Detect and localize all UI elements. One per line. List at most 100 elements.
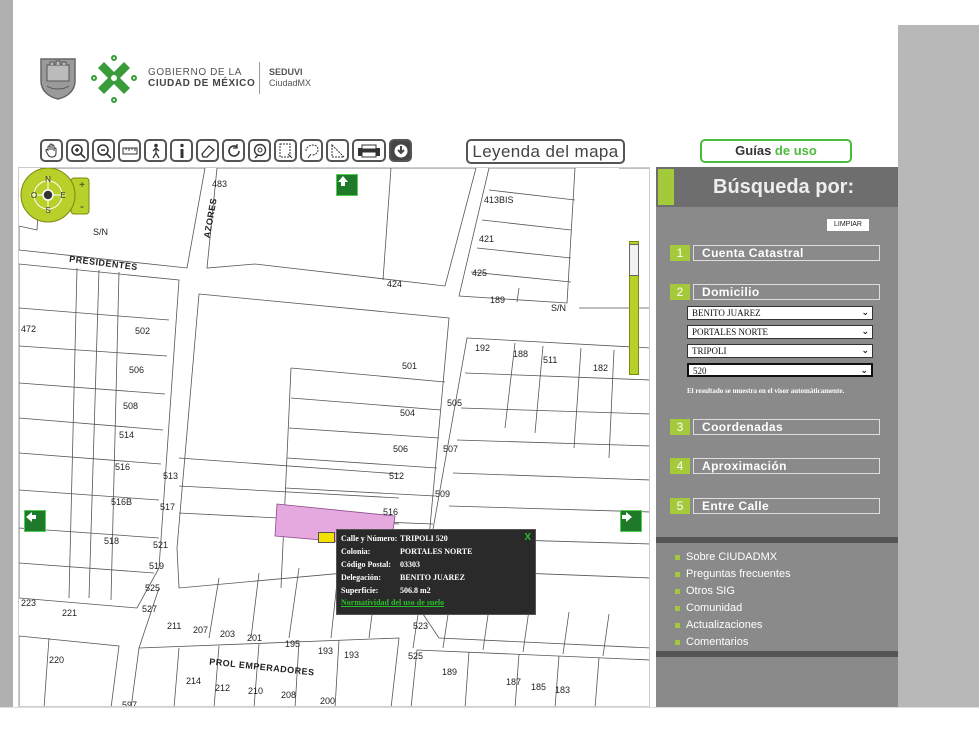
compass-o: O	[31, 191, 37, 200]
lot-label: 421	[479, 234, 495, 244]
zoom-slider-handle[interactable]	[629, 244, 639, 276]
link-comentarios[interactable]: Comentarios	[674, 634, 791, 651]
colonia-select[interactable]: PORTALES NORTE ⌄	[687, 325, 873, 339]
eraser-icon[interactable]	[196, 139, 219, 162]
section-number: 5	[670, 498, 690, 514]
section-label: Domicilio	[693, 284, 880, 300]
chevron-down-icon: ⌄	[860, 366, 868, 376]
lot-label: S/N	[93, 227, 109, 237]
land-use-link[interactable]: Normatividad del uso de suelo	[341, 598, 444, 607]
popup-value: 506.8 m2	[400, 586, 431, 595]
agency-line1: SEDUVI	[269, 67, 303, 77]
popup-value: PORTALES NORTE	[400, 547, 473, 556]
guides-label-b: de uso	[774, 143, 817, 158]
lot-label: 502	[135, 326, 151, 336]
lot-label: 188	[513, 349, 529, 359]
section-number: 4	[670, 458, 690, 474]
select-poly-icon[interactable]	[300, 139, 323, 162]
crest-icon	[40, 58, 76, 100]
zoom-plus[interactable]: +	[79, 180, 85, 191]
section-entre-calle[interactable]: 5 Entre Calle	[670, 498, 880, 514]
lot-label: 514	[119, 430, 135, 440]
pan-icon[interactable]	[40, 139, 63, 162]
right-border	[898, 25, 979, 707]
cdmx-logo-icon	[91, 55, 137, 103]
popup-value: 03303	[400, 560, 420, 569]
refresh-icon[interactable]	[222, 139, 245, 162]
lot-label: 517	[160, 502, 176, 512]
panel-divider	[656, 651, 898, 657]
lot-label: 200	[320, 696, 336, 706]
panel-divider	[656, 537, 898, 543]
legend-button[interactable]: Leyenda del mapa	[466, 139, 625, 164]
link-actualizaciones[interactable]: Actualizaciones	[674, 617, 791, 634]
logo-line1: GOBIERNO DE LA	[148, 67, 242, 78]
zoom-in-icon[interactable]	[66, 139, 89, 162]
link-comunidad[interactable]: Comunidad	[674, 600, 791, 617]
info-popup: X Calle y Número: TRIPOLI 520 Colonia: POR…	[336, 529, 536, 615]
compass-n: N	[45, 175, 51, 184]
zoom-out-icon[interactable]	[92, 139, 115, 162]
popup-key: Código Postal:	[341, 560, 391, 569]
pan-north-button[interactable]	[336, 174, 358, 196]
section-label: Aproximación	[693, 458, 880, 474]
lot-label: 508	[123, 401, 139, 411]
calle-select[interactable]: TRIPOLI ⌄	[687, 344, 873, 358]
arrow-up-icon	[338, 176, 348, 186]
lot-label: 182	[593, 363, 609, 373]
lot-label: 472	[21, 324, 37, 334]
agency-text: SEDUVI CiudadMX	[269, 67, 311, 89]
panel-header: Búsqueda por:	[656, 167, 898, 207]
clear-button[interactable]: LIMPIAR	[827, 219, 869, 231]
lot-label: 507	[443, 444, 459, 454]
calle-value: TRIPOLI	[692, 346, 727, 356]
lot-label: 525	[145, 583, 161, 593]
section-coordenadas[interactable]: 3 Coordenadas	[670, 419, 880, 435]
select-rect-icon[interactable]	[274, 139, 297, 162]
print-icon[interactable]	[352, 139, 386, 162]
panel-accent	[658, 169, 674, 205]
pan-east-button[interactable]	[620, 510, 642, 532]
popup-row: Delegación: BENITO JUAREZ	[341, 573, 465, 582]
compass-control[interactable]: N S E O + -	[19, 168, 93, 226]
zoom-slider[interactable]	[629, 241, 639, 375]
download-icon[interactable]	[389, 139, 412, 162]
lot-label: 193	[318, 646, 334, 656]
lot-label: 195	[285, 639, 301, 649]
lot-label: 187	[506, 677, 522, 687]
link-preguntas[interactable]: Preguntas frecuentes	[674, 566, 791, 583]
ruler-icon[interactable]	[118, 139, 141, 162]
section-domicilio[interactable]: 2 Domicilio	[670, 284, 880, 300]
lot-label: 203	[220, 629, 236, 639]
section-number: 2	[670, 284, 690, 300]
section-cuenta-catastral[interactable]: 1 Cuenta Catastral	[670, 245, 880, 261]
map-viewer[interactable]: PRESIDENTES AZORES PROL EMPERADORES 483 …	[18, 167, 650, 707]
lot-label: 597	[122, 700, 138, 707]
lot-label: 516	[115, 462, 131, 472]
popup-close-button[interactable]: X	[524, 532, 531, 543]
lot-label: 183	[555, 685, 571, 695]
lot-label: 424	[387, 279, 403, 289]
lot-label: 516B	[111, 497, 133, 507]
guides-button[interactable]: Guías de uso	[700, 139, 852, 163]
lot-label: 506	[129, 365, 145, 375]
result-note: El resultado se muestra en el visor auto…	[687, 387, 845, 395]
map-toolbar	[40, 139, 412, 165]
walk-icon[interactable]	[144, 139, 167, 162]
lot-label: 505	[447, 398, 463, 408]
link-sobre-ciudadmx[interactable]: Sobre CIUDADMX	[674, 549, 791, 566]
section-aproximacion[interactable]: 4 Aproximación	[670, 458, 880, 474]
info-icon[interactable]	[170, 139, 193, 162]
delegacion-select[interactable]: BENITO JUAREZ ⌄	[687, 306, 873, 320]
link-otros-sig[interactable]: Otros SIG	[674, 583, 791, 600]
lot-label: 221	[62, 608, 78, 618]
pan-west-button[interactable]	[24, 510, 46, 532]
select-area-icon[interactable]	[326, 139, 349, 162]
lot-label: 193	[344, 650, 360, 660]
popup-value: TRIPOLI 520	[400, 534, 448, 543]
arrow-right-icon	[622, 512, 632, 522]
lot-label: 210	[248, 686, 264, 696]
numero-select[interactable]: 520 ⌄	[687, 363, 873, 377]
search-location-icon[interactable]	[248, 139, 271, 162]
zoom-minus[interactable]: -	[80, 199, 84, 213]
